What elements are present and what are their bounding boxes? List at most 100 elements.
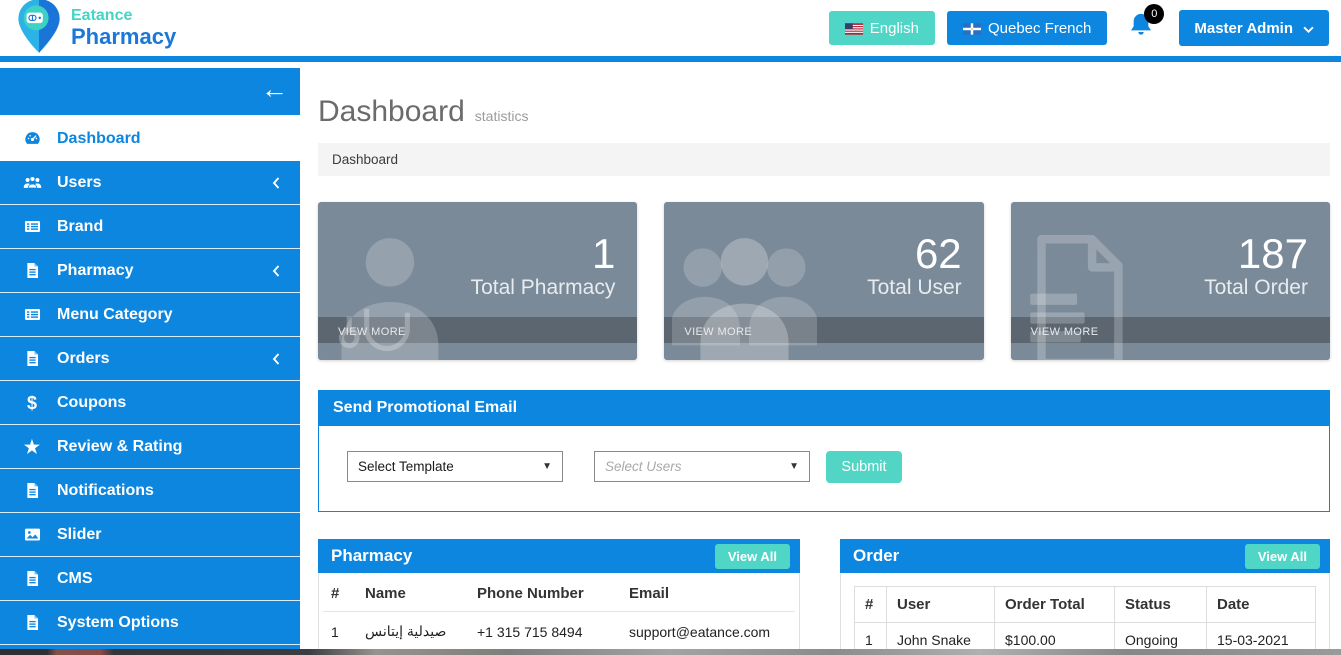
stat-card-total-order: 187 Total Order VIEW MORE bbox=[1011, 202, 1330, 360]
list-icon bbox=[22, 305, 42, 325]
language-quebec-french-label: Quebec French bbox=[988, 20, 1091, 37]
users-select-placeholder: Select Users bbox=[605, 459, 682, 474]
promo-panel-header: Send Promotional Email bbox=[318, 390, 1330, 426]
sidebar-item-label: Coupons bbox=[57, 394, 126, 412]
breadcrumb: Dashboard bbox=[318, 143, 1330, 176]
chevron-left-icon bbox=[272, 353, 280, 365]
pharmacy-view-all-button[interactable]: View All bbox=[715, 544, 790, 569]
list-icon bbox=[22, 217, 42, 237]
file-icon bbox=[22, 613, 42, 633]
language-quebec-french-button[interactable]: Quebec French bbox=[947, 11, 1107, 45]
sidebar-item-dashboard[interactable]: Dashboard bbox=[0, 117, 300, 161]
column-header: Name bbox=[357, 573, 469, 612]
promo-panel-title: Send Promotional Email bbox=[333, 399, 517, 416]
sidebar-item-slider[interactable]: Slider bbox=[0, 513, 300, 557]
sidebar-item-users[interactable]: Users bbox=[0, 161, 300, 205]
cell-name: صيدلية إيتانس bbox=[357, 612, 469, 652]
order-view-all-button[interactable]: View All bbox=[1245, 544, 1320, 569]
column-header: Status bbox=[1115, 587, 1207, 623]
sidebar-item-label: CMS bbox=[57, 570, 93, 588]
chevron-left-icon bbox=[272, 265, 280, 277]
sidebar-item-label: Brand bbox=[57, 218, 103, 236]
sidebar-item-label: Slider bbox=[57, 526, 101, 544]
users-icon bbox=[22, 173, 42, 193]
stat-card-text: 62 Total User bbox=[867, 232, 962, 300]
header-actions: English Quebec French bbox=[829, 10, 1329, 46]
stat-card-total-user: 62 Total User VIEW MORE bbox=[664, 202, 983, 360]
bell-icon bbox=[1127, 27, 1155, 44]
quebec-flag-icon bbox=[963, 22, 981, 34]
order-table-wrap: # User Order Total Status Date 1 bbox=[841, 573, 1329, 655]
chevron-left-icon bbox=[272, 177, 280, 189]
view-more-link[interactable]: VIEW MORE bbox=[684, 326, 752, 338]
stat-label: Total Order bbox=[1204, 276, 1308, 300]
stat-label: Total User bbox=[867, 276, 962, 300]
view-more-link[interactable]: VIEW MORE bbox=[1031, 326, 1099, 338]
sidebar-item-label: Users bbox=[57, 174, 101, 192]
sidebar-item-coupons[interactable]: $ Coupons bbox=[0, 381, 300, 425]
admin-menu-label: Master Admin bbox=[1194, 20, 1293, 37]
pharmacy-table: # Name Phone Number Email 1 صيدلية إيتان… bbox=[323, 573, 795, 651]
column-header: Order Total bbox=[995, 587, 1115, 623]
stat-value: 62 bbox=[867, 232, 962, 276]
page-subtitle: statistics bbox=[475, 108, 529, 124]
image-icon bbox=[22, 525, 42, 545]
users-group-icon bbox=[672, 228, 817, 360]
language-english-button[interactable]: English bbox=[829, 11, 935, 45]
dollar-icon: $ bbox=[22, 393, 42, 413]
sidebar-item-label: System Options bbox=[57, 614, 179, 632]
file-icon bbox=[22, 481, 42, 501]
stat-value: 187 bbox=[1204, 232, 1308, 276]
file-icon bbox=[22, 261, 42, 281]
pharmacy-panel-title: Pharmacy bbox=[331, 546, 412, 566]
file-icon bbox=[22, 349, 42, 369]
sidebar-item-orders[interactable]: Orders bbox=[0, 337, 300, 381]
brand-logo[interactable]: Eatance Pharmacy bbox=[16, 0, 176, 59]
chevron-down-icon bbox=[1303, 20, 1314, 37]
order-table: # User Order Total Status Date 1 bbox=[854, 586, 1316, 655]
promo-panel-body: Select Template ▼ Select Users ▼ Submit bbox=[318, 426, 1330, 512]
notifications-bell-button[interactable]: 0 bbox=[1127, 10, 1159, 46]
pharmacy-panel-header: Pharmacy View All bbox=[318, 539, 800, 573]
notification-count-badge: 0 bbox=[1144, 4, 1164, 24]
column-header: Phone Number bbox=[469, 573, 621, 612]
star-icon: ★ bbox=[22, 437, 42, 457]
submit-button[interactable]: Submit bbox=[826, 451, 902, 483]
sidebar-item-pharmacy[interactable]: Pharmacy bbox=[0, 249, 300, 293]
sidebar-collapse-strip: ← bbox=[0, 68, 300, 117]
sidebar-item-label: Orders bbox=[57, 350, 109, 368]
language-english-label: English bbox=[870, 20, 919, 37]
sidebar-item-system-options[interactable]: System Options bbox=[0, 601, 300, 645]
sidebar-item-label: Menu Category bbox=[57, 306, 173, 324]
page-title: Dashboard bbox=[318, 95, 465, 129]
sidebar-collapse-arrow-icon[interactable]: ← bbox=[261, 76, 288, 103]
page-head: Dashboard statistics bbox=[318, 95, 1330, 129]
document-icon bbox=[1019, 228, 1139, 360]
view-more-link[interactable]: VIEW MORE bbox=[338, 326, 406, 338]
template-select-value: Select Template bbox=[358, 459, 454, 474]
bottom-edge-strip bbox=[0, 649, 1341, 655]
pharmacy-panel-body: # Name Phone Number Email 1 صيدلية إيتان… bbox=[318, 573, 800, 655]
sidebar-item-review-rating[interactable]: ★ Review & Rating bbox=[0, 425, 300, 469]
column-header: User bbox=[887, 587, 995, 623]
stat-card-text: 1 Total Pharmacy bbox=[471, 232, 616, 300]
users-select[interactable]: Select Users ▼ bbox=[594, 451, 810, 482]
caret-down-icon: ▼ bbox=[789, 461, 799, 472]
sidebar-item-cms[interactable]: CMS bbox=[0, 557, 300, 601]
tables-row: Pharmacy View All # Name Phone Number Em… bbox=[318, 539, 1330, 655]
pharmacy-panel: Pharmacy View All # Name Phone Number Em… bbox=[318, 539, 800, 655]
sidebar-item-menu-category[interactable]: Menu Category bbox=[0, 293, 300, 337]
stat-card-text: 187 Total Order bbox=[1204, 232, 1308, 300]
sidebar: ← Dashboard bbox=[0, 68, 300, 655]
sidebar-item-brand[interactable]: Brand bbox=[0, 205, 300, 249]
sidebar-item-label: Review & Rating bbox=[57, 438, 182, 456]
admin-menu-button[interactable]: Master Admin bbox=[1179, 10, 1329, 46]
top-header: Eatance Pharmacy English bbox=[0, 0, 1341, 62]
doctor-icon bbox=[326, 228, 450, 360]
cell-phone: +1 315 715 8494 bbox=[469, 612, 621, 652]
sidebar-item-label: Pharmacy bbox=[57, 262, 134, 280]
sidebar-item-notifications[interactable]: Notifications bbox=[0, 469, 300, 513]
column-header: Email bbox=[621, 573, 795, 612]
pharmacy-pin-logo-icon bbox=[16, 0, 62, 59]
template-select[interactable]: Select Template ▼ bbox=[347, 451, 563, 482]
